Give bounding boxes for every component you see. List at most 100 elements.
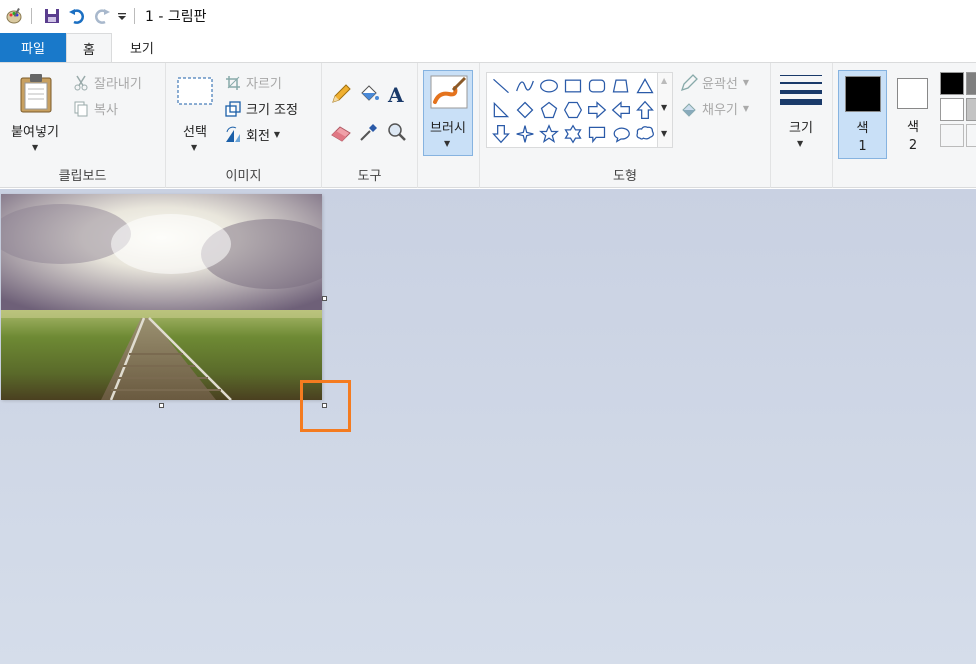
- arrow-up-shape-icon[interactable]: [633, 98, 657, 122]
- rectangle-shape-icon[interactable]: [561, 74, 585, 98]
- fill-button[interactable]: 채우기 ▼: [680, 99, 749, 118]
- palette-swatch-empty[interactable]: [940, 124, 964, 147]
- copy-icon: [72, 100, 90, 118]
- color2-swatch: [897, 78, 928, 109]
- arrow-left-shape-icon[interactable]: [609, 98, 633, 122]
- tab-file[interactable]: 파일: [0, 33, 66, 62]
- color1-label: 색: [856, 121, 869, 136]
- magnifier-icon[interactable]: [386, 121, 408, 147]
- eraser-icon[interactable]: [330, 121, 352, 147]
- resize-button[interactable]: 크기 조정: [224, 99, 298, 118]
- arrow-right-shape-icon[interactable]: [585, 98, 609, 122]
- paste-label: 붙여넣기: [11, 125, 59, 140]
- palette-swatch-black[interactable]: [940, 72, 964, 95]
- arrow-down-shape-icon[interactable]: [489, 122, 513, 146]
- five-point-star-shape-icon[interactable]: [537, 122, 561, 146]
- expand-gallery-icon[interactable]: ▼: [661, 129, 667, 138]
- chevron-down-icon: ▼: [742, 104, 750, 113]
- tab-view[interactable]: 보기: [112, 33, 172, 62]
- canvas-image[interactable]: [1, 194, 322, 400]
- railroad-landscape-image: [1, 194, 322, 400]
- diamond-shape-icon[interactable]: [513, 98, 537, 122]
- rotate-button[interactable]: 회전 ▼: [224, 125, 280, 144]
- undo-icon[interactable]: [66, 5, 88, 27]
- resize-label: 크기 조정: [246, 103, 298, 118]
- triangle-shape-icon[interactable]: [633, 74, 657, 98]
- tab-home[interactable]: 홈: [66, 33, 112, 62]
- select-label: 선택: [183, 125, 207, 140]
- select-button[interactable]: 선택 ▼: [170, 69, 220, 153]
- palette-swatch-gray[interactable]: [966, 72, 976, 95]
- pentagon-shape-icon[interactable]: [537, 98, 561, 122]
- cloud-callout-shape-icon[interactable]: [633, 122, 657, 146]
- svg-text:A: A: [387, 83, 404, 105]
- quick-access-toolbar: [0, 0, 141, 31]
- outline-icon: [680, 73, 698, 92]
- scissors-icon: [72, 74, 90, 92]
- group-label-image: 이미지: [225, 169, 262, 184]
- color1-button[interactable]: 색 1: [838, 70, 887, 159]
- crop-button[interactable]: 자르기: [224, 73, 282, 92]
- oval-callout-shape-icon[interactable]: [609, 122, 633, 146]
- paste-button[interactable]: 붙여넣기 ▼: [4, 69, 66, 153]
- outline-button[interactable]: 윤곽선 ▼: [680, 73, 749, 92]
- redo-icon[interactable]: [91, 5, 113, 27]
- fill-label: 채우기: [702, 103, 738, 118]
- six-point-star-shape-icon[interactable]: [561, 122, 585, 146]
- resize-handle-right[interactable]: [322, 296, 327, 301]
- highlight-marker: [300, 380, 351, 432]
- canvas-workspace[interactable]: [0, 189, 976, 664]
- text-icon[interactable]: A: [386, 83, 408, 109]
- cut-label: 잘라내기: [94, 77, 142, 92]
- palette-swatch-empty[interactable]: [966, 124, 976, 147]
- cut-button[interactable]: 잘라내기: [72, 73, 142, 92]
- palette-swatch-white[interactable]: [940, 98, 964, 121]
- chevron-down-icon: ▼: [797, 139, 804, 148]
- hexagon-shape-icon[interactable]: [561, 98, 585, 122]
- window-title: 1 - 그림판: [145, 8, 207, 25]
- line-shape-icon[interactable]: [489, 74, 513, 98]
- scroll-up-icon[interactable]: ▲: [661, 76, 667, 85]
- customize-toolbar-icon[interactable]: [116, 5, 128, 27]
- rotate-label: 회전: [246, 129, 270, 144]
- color1-number: 1: [858, 139, 867, 154]
- save-icon[interactable]: [41, 5, 63, 27]
- paint-app-icon[interactable]: [3, 5, 25, 27]
- resize-handle-bottom[interactable]: [159, 403, 164, 408]
- color2-label: 색: [907, 120, 919, 135]
- four-point-star-shape-icon[interactable]: [513, 122, 537, 146]
- selection-icon: [177, 77, 213, 111]
- shapes-scrollbar[interactable]: ▲ ▼ ▼: [657, 72, 673, 148]
- paste-icon: [18, 73, 54, 117]
- oval-shape-icon[interactable]: [537, 74, 561, 98]
- palette-swatch-lightgray[interactable]: [966, 98, 976, 121]
- resize-icon: [224, 100, 242, 118]
- group-label-tools: 도구: [357, 169, 382, 184]
- color2-number: 2: [908, 138, 918, 153]
- pencil-icon[interactable]: [330, 83, 352, 109]
- size-button[interactable]: 크기 ▼: [777, 71, 825, 155]
- fill-bucket-icon[interactable]: [358, 83, 380, 109]
- toolbar-divider: [31, 7, 32, 24]
- group-brushes: 브러시 ▼: [418, 63, 480, 188]
- right-triangle-shape-icon[interactable]: [489, 98, 513, 122]
- color-picker-icon[interactable]: [358, 121, 380, 147]
- color2-button[interactable]: 색 2: [890, 70, 936, 159]
- rect-callout-shape-icon[interactable]: [585, 122, 609, 146]
- rounded-rectangle-shape-icon[interactable]: [585, 74, 609, 98]
- color1-swatch: [845, 76, 881, 112]
- chevron-down-icon: ▼: [742, 78, 750, 87]
- brushes-button[interactable]: 브러시 ▼: [423, 70, 473, 156]
- chevron-down-icon: ▼: [273, 130, 281, 139]
- polygon-shape-icon[interactable]: [609, 74, 633, 98]
- chevron-down-icon: ▼: [32, 143, 39, 152]
- scroll-down-icon[interactable]: ▼: [661, 103, 667, 112]
- group-tools: A 도구: [322, 63, 418, 188]
- copy-button[interactable]: 복사: [72, 99, 118, 118]
- crop-icon: [224, 74, 242, 92]
- size-label: 크기: [789, 121, 813, 136]
- ribbon: 붙여넣기 ▼ 잘라내기 복사 클립보드 선택 ▼ 자르기 크기 조정 회전 ▼ …: [0, 62, 976, 188]
- group-size: 크기 ▼: [771, 63, 833, 188]
- palette: [938, 71, 976, 155]
- curve-shape-icon[interactable]: [513, 74, 537, 98]
